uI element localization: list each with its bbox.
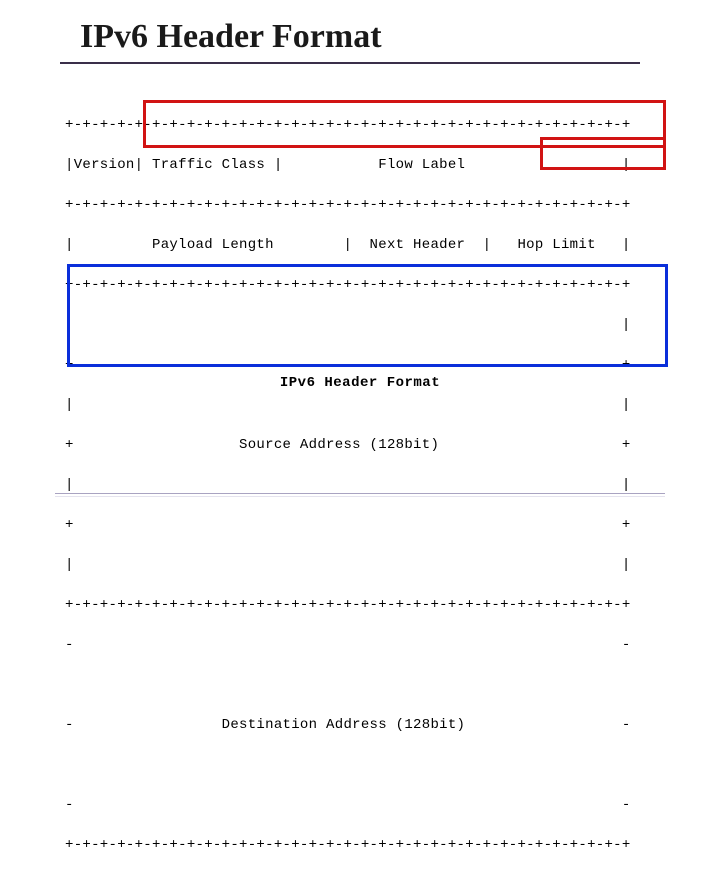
ascii-row-3-payload-nexthdr-hoplimit: | Payload Length | Next Header | Hop Lim…: [65, 235, 670, 255]
ascii-row-13: - -: [65, 635, 670, 655]
ascii-row-1-version-traffic-flow: |Version| Traffic Class | Flow Label |: [65, 155, 670, 175]
ascii-row-14: [65, 675, 670, 695]
title-underline: [60, 62, 640, 64]
footer-rule-top: [55, 493, 665, 494]
ascii-row-8-source-address: + Source Address (128bit) +: [65, 435, 670, 455]
slide-title: IPv6 Header Format: [80, 18, 680, 60]
ascii-row-18: +-+-+-+-+-+-+-+-+-+-+-+-+-+-+-+-+-+-+-+-…: [65, 835, 670, 855]
ascii-row-6: + +: [65, 355, 670, 375]
ascii-row-15-destination-address: - Destination Address (128bit) -: [65, 715, 670, 735]
ascii-row-7: | |: [65, 395, 670, 415]
ascii-row-4: +-+-+-+-+-+-+-+-+-+-+-+-+-+-+-+-+-+-+-+-…: [65, 275, 670, 295]
ipv6-header-ascii-diagram: +-+-+-+-+-+-+-+-+-+-+-+-+-+-+-+-+-+-+-+-…: [65, 95, 670, 875]
ascii-row-2: +-+-+-+-+-+-+-+-+-+-+-+-+-+-+-+-+-+-+-+-…: [65, 195, 670, 215]
footer-rule-bottom: [55, 496, 665, 497]
ascii-row-16: [65, 755, 670, 775]
diagram-caption: IPv6 Header Format: [0, 375, 720, 391]
slide-title-area: IPv6 Header Format: [80, 18, 680, 64]
ascii-row-10: + +: [65, 515, 670, 535]
ascii-row-0: +-+-+-+-+-+-+-+-+-+-+-+-+-+-+-+-+-+-+-+-…: [65, 115, 670, 135]
ascii-row-5: | |: [65, 315, 670, 335]
ascii-row-11: | |: [65, 555, 670, 575]
ascii-row-12: +-+-+-+-+-+-+-+-+-+-+-+-+-+-+-+-+-+-+-+-…: [65, 595, 670, 615]
ascii-row-17: - -: [65, 795, 670, 815]
ascii-row-9: | |: [65, 475, 670, 495]
